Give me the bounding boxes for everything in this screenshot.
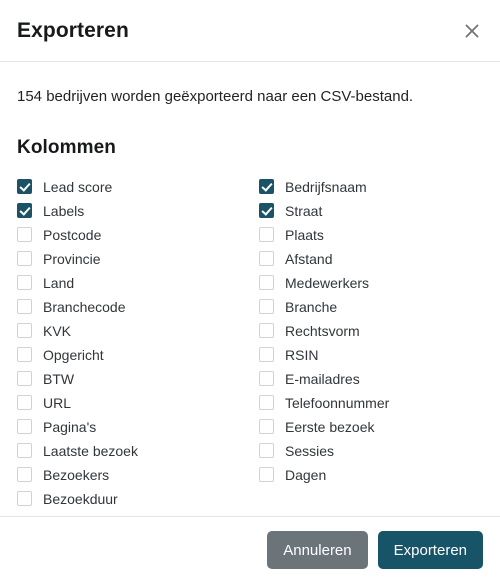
column-checkbox-row[interactable]: Plaats bbox=[259, 223, 483, 247]
checkbox-checked-icon[interactable] bbox=[17, 179, 32, 194]
column-label: Laatste bezoek bbox=[43, 442, 138, 459]
column-label: Bedrijfsnaam bbox=[285, 178, 367, 195]
column-label: Land bbox=[43, 274, 75, 291]
close-button[interactable] bbox=[456, 15, 488, 47]
columns-section-title: Kolommen bbox=[17, 136, 116, 158]
column-checkbox-row[interactable]: Branche bbox=[259, 295, 483, 319]
column-checkbox-row[interactable]: KVK bbox=[17, 319, 250, 343]
checkbox-unchecked-icon[interactable] bbox=[17, 227, 32, 242]
column-checkbox-row[interactable]: Laatste bezoek bbox=[17, 439, 250, 463]
column-checkbox-row[interactable]: Sessies bbox=[259, 439, 483, 463]
column-checkbox-row[interactable]: Bezoekers bbox=[17, 463, 250, 487]
column-label: Rechtsvorm bbox=[285, 322, 360, 339]
checkbox-unchecked-icon[interactable] bbox=[17, 323, 32, 338]
columns-grid: Lead score Labels Postcode Provincie Land Bra… bbox=[17, 175, 483, 511]
export-dialog: Exporteren 154 bedrijven worden geëxport… bbox=[0, 0, 500, 583]
column-checkbox-row[interactable]: Eerste bezoek bbox=[259, 415, 483, 439]
columns-right-list: Bedrijfsnaam Straat Plaats Afstand Medewerke… bbox=[250, 175, 483, 511]
dialog-footer: Annuleren Exporteren bbox=[0, 516, 500, 583]
checkbox-unchecked-icon[interactable] bbox=[17, 371, 32, 386]
column-label: Eerste bezoek bbox=[285, 418, 375, 435]
column-label: Straat bbox=[285, 202, 323, 219]
checkbox-unchecked-icon[interactable] bbox=[259, 347, 274, 362]
column-checkbox-row[interactable]: Telefoonnummer bbox=[259, 391, 483, 415]
checkbox-unchecked-icon[interactable] bbox=[259, 251, 274, 266]
checkbox-unchecked-icon[interactable] bbox=[259, 299, 274, 314]
column-checkbox-row[interactable]: Medewerkers bbox=[259, 271, 483, 295]
column-label: Bezoekduur bbox=[43, 490, 118, 507]
checkbox-unchecked-icon[interactable] bbox=[259, 275, 274, 290]
export-summary-text: 154 bedrijven worden geëxporteerd naar e… bbox=[17, 88, 414, 105]
checkbox-unchecked-icon[interactable] bbox=[259, 443, 274, 458]
column-checkbox-row[interactable]: Opgericht bbox=[17, 343, 250, 367]
column-label: Postcode bbox=[43, 226, 102, 243]
column-label: Plaats bbox=[285, 226, 324, 243]
column-checkbox-row[interactable]: Lead score bbox=[17, 175, 250, 199]
column-checkbox-row[interactable]: Bezoekduur bbox=[17, 487, 250, 511]
checkbox-unchecked-icon[interactable] bbox=[259, 323, 274, 338]
checkbox-unchecked-icon[interactable] bbox=[17, 299, 32, 314]
column-checkbox-row[interactable]: Labels bbox=[17, 199, 250, 223]
column-label: E-mailadres bbox=[285, 370, 360, 387]
column-checkbox-row[interactable]: Dagen bbox=[259, 463, 483, 487]
column-label: Branche bbox=[285, 298, 338, 315]
checkbox-unchecked-icon[interactable] bbox=[17, 467, 32, 482]
dialog-body: 154 bedrijven worden geëxporteerd naar e… bbox=[0, 62, 500, 516]
dialog-header: Exporteren bbox=[0, 0, 500, 62]
checkbox-unchecked-icon[interactable] bbox=[17, 395, 32, 410]
checkbox-checked-icon[interactable] bbox=[17, 203, 32, 218]
checkbox-checked-icon[interactable] bbox=[259, 179, 274, 194]
column-label: Telefoonnummer bbox=[285, 394, 390, 411]
checkbox-unchecked-icon[interactable] bbox=[259, 227, 274, 242]
column-checkbox-row[interactable]: Provincie bbox=[17, 247, 250, 271]
checkbox-unchecked-icon[interactable] bbox=[17, 491, 32, 506]
dialog-title: Exporteren bbox=[17, 19, 129, 42]
column-checkbox-row[interactable]: Branchecode bbox=[17, 295, 250, 319]
column-checkbox-row[interactable]: E-mailadres bbox=[259, 367, 483, 391]
close-icon bbox=[463, 22, 481, 40]
column-label: RSIN bbox=[285, 346, 319, 363]
column-label: Provincie bbox=[43, 250, 101, 267]
export-button[interactable]: Exporteren bbox=[377, 531, 483, 569]
column-label: Opgericht bbox=[43, 346, 104, 363]
column-label: Medewerkers bbox=[285, 274, 370, 291]
column-label: Lead score bbox=[43, 178, 113, 195]
cancel-button[interactable]: Annuleren bbox=[267, 531, 368, 569]
column-checkbox-row[interactable]: URL bbox=[17, 391, 250, 415]
column-checkbox-row[interactable]: Straat bbox=[259, 199, 483, 223]
column-checkbox-row[interactable]: BTW bbox=[17, 367, 250, 391]
checkbox-checked-icon[interactable] bbox=[259, 203, 274, 218]
column-label: Sessies bbox=[285, 442, 335, 459]
column-label: Afstand bbox=[285, 250, 333, 267]
column-checkbox-row[interactable]: Bedrijfsnaam bbox=[259, 175, 483, 199]
column-checkbox-row[interactable]: Postcode bbox=[17, 223, 250, 247]
column-label: KVK bbox=[43, 322, 72, 339]
column-checkbox-row[interactable]: RSIN bbox=[259, 343, 483, 367]
column-checkbox-row[interactable]: Afstand bbox=[259, 247, 483, 271]
column-checkbox-row[interactable]: Land bbox=[17, 271, 250, 295]
checkbox-unchecked-icon[interactable] bbox=[259, 467, 274, 482]
checkbox-unchecked-icon[interactable] bbox=[17, 443, 32, 458]
checkbox-unchecked-icon[interactable] bbox=[17, 347, 32, 362]
checkbox-unchecked-icon[interactable] bbox=[17, 419, 32, 434]
checkbox-unchecked-icon[interactable] bbox=[17, 251, 32, 266]
column-label: URL bbox=[43, 394, 72, 411]
column-label: Labels bbox=[43, 202, 85, 219]
checkbox-unchecked-icon[interactable] bbox=[259, 395, 274, 410]
column-checkbox-row[interactable]: Rechtsvorm bbox=[259, 319, 483, 343]
column-label: BTW bbox=[43, 370, 75, 387]
checkbox-unchecked-icon[interactable] bbox=[259, 419, 274, 434]
column-label: Branchecode bbox=[43, 298, 126, 315]
columns-left-list: Lead score Labels Postcode Provincie Land Bra… bbox=[17, 175, 250, 511]
checkbox-unchecked-icon[interactable] bbox=[17, 275, 32, 290]
column-label: Pagina's bbox=[43, 418, 97, 435]
column-checkbox-row[interactable]: Pagina's bbox=[17, 415, 250, 439]
column-label: Dagen bbox=[285, 466, 327, 483]
checkbox-unchecked-icon[interactable] bbox=[259, 371, 274, 386]
column-label: Bezoekers bbox=[43, 466, 110, 483]
